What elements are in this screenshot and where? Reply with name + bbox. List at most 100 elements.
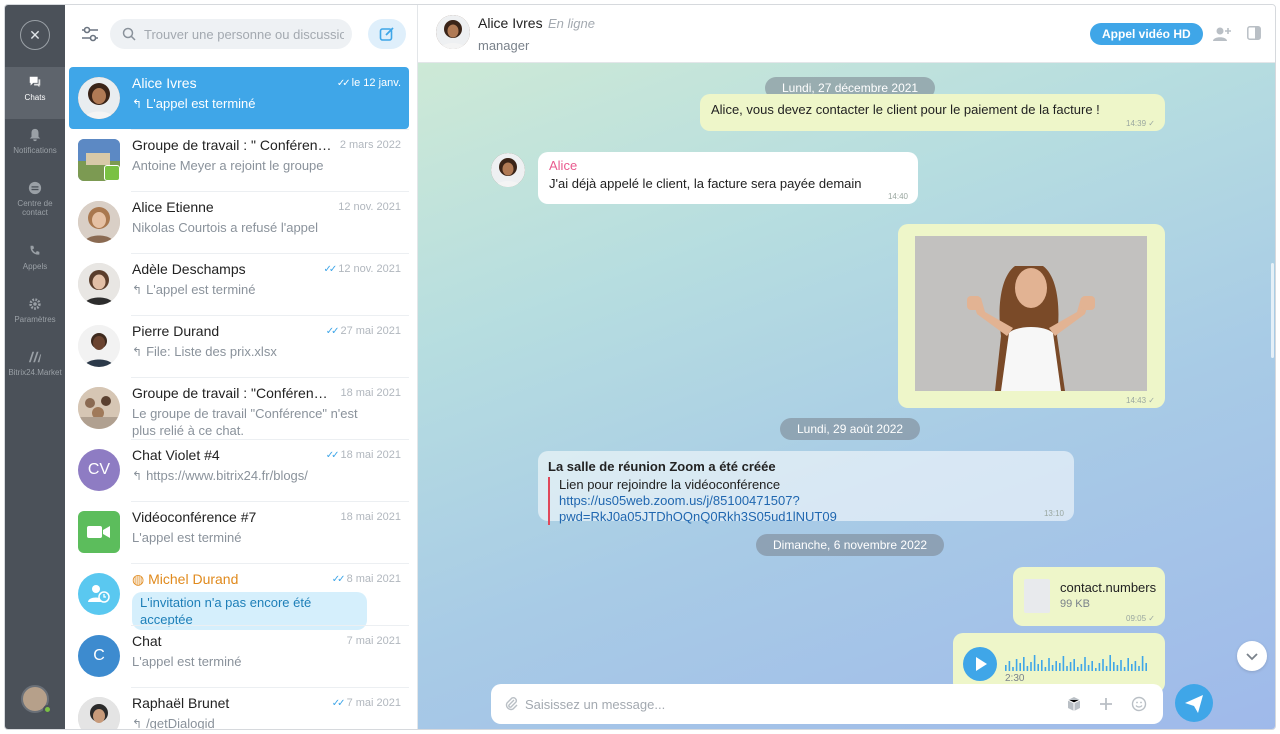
contact-name[interactable]: Alice Ivres [478,15,543,31]
waveform-bar [1080,664,1083,671]
chat-date: 18 mai 2021 [340,511,401,523]
reply-icon: ↰ [132,717,143,730]
system-message-zoom[interactable]: La salle de réunion Zoom a été créée Lie… [538,451,1074,525]
waveform-bar [1109,655,1111,671]
search-input[interactable] [144,19,344,49]
avatar [78,697,120,729]
waveform-bar [1087,665,1090,671]
paperclip-icon[interactable] [503,696,519,712]
chat-preview: ↰ https://www.bitrix24.fr/blogs/ [132,468,308,483]
chat-preview: ↰/getDialogid [132,716,215,730]
waveform-bar [1062,656,1065,671]
file-name[interactable]: contact.numbers [1060,580,1156,595]
message-incoming[interactable]: Alice J'ai déjà appelé le client, la fac… [538,152,918,204]
waveform-bar [1127,658,1129,671]
chat-item[interactable]: Alice Etienne 12 nov. 2021 Nikolas Court… [69,191,409,253]
chat-name: Adèle Deschamps [132,261,246,277]
waveform-bar [1051,665,1054,671]
rail-item-contact-center[interactable]: Centre de contact [5,173,65,225]
chat-date: 18 mai 2021 [340,387,401,399]
waveform-bar [1041,660,1043,671]
zoom-link[interactable]: https://us05web.zoom.us/j/85100471507?pw… [559,493,1074,525]
message-text: Alice, vous devez contacter le client po… [711,102,1100,117]
search-icon [122,27,136,41]
chat-item[interactable]: Pierre Durand ✓✓ 27 mai 2021 ↰ File: Liste… [69,315,409,377]
scrollbar[interactable] [1271,263,1274,358]
hd-video-call-button[interactable]: Appel vidéo HD [1090,23,1203,45]
rail-item-market[interactable]: Bitrix24.Market [5,342,65,394]
chat-preview: L'appel est terminé [132,530,242,545]
waveform-bar [1077,667,1079,671]
chat-item[interactable]: Alice Ivres ✓✓ le 12 janv. ↰ L'appel est t… [69,67,409,129]
add-user-icon[interactable] [1213,25,1231,43]
rail-item-settings[interactable]: Paramètres [5,289,65,341]
send-button[interactable] [1175,684,1213,722]
message-text: J'ai déjà appelé le client, la facture s… [549,176,862,191]
waveform-bar [1138,666,1140,671]
chat-name: Chat [132,633,162,649]
message-area[interactable]: Lundi, 27 décembre 2021 Alice, vous deve… [418,63,1275,729]
zoom-subtitle: Lien pour rejoindre la vidéoconférence [559,477,781,492]
compose-icon [379,27,394,41]
waveform-bar [1113,662,1115,671]
chat-item[interactable]: Raphaël Brunet ✓✓ 7 mai 2021 ↰/getDialogi… [69,687,409,730]
rail-label: Centre de contact [17,199,53,217]
chat-item[interactable]: Groupe de travail : " Conférence 2 mars … [69,129,409,191]
waveform-bar [1066,666,1068,671]
new-chat-button[interactable] [368,19,406,49]
read-check-icon: ✓✓ [325,326,340,337]
chat-name: Groupe de travail : " Conférence [132,137,332,153]
chat-name: Groupe de travail : "Conférence" [132,385,332,401]
waveform-bar [1012,667,1014,671]
emoji-icon[interactable] [1131,696,1147,712]
play-button[interactable] [963,647,997,681]
audio-waveform[interactable] [1005,651,1151,671]
close-icon[interactable]: ✕ [20,20,50,50]
scroll-to-bottom-button[interactable] [1237,641,1267,671]
gear-icon [29,298,41,310]
sender-avatar[interactable] [491,153,525,187]
waveform-bar [1030,662,1032,671]
plus-icon[interactable] [1098,696,1114,712]
chat-date: ✓✓ 18 mai 2021 [325,449,401,461]
message-outgoing[interactable]: Alice, vous devez contacter le client po… [700,94,1165,131]
market-icon [28,351,42,363]
attached-photo[interactable] [915,236,1147,391]
chat-preview: ↰ L'appel est terminé [132,96,256,111]
contact-avatar[interactable] [436,15,470,49]
waveform-bar [1044,667,1047,671]
message-time: 14:40 [887,192,908,201]
box-icon[interactable] [1066,696,1082,712]
chat-name: Alice Ivres [132,75,197,91]
chat-name: ◍ Michel Durand [132,571,239,587]
rail-item-calls[interactable]: Appels [5,236,65,288]
chat-preview: Le groupe de travail "Conférence" n'est … [132,406,358,438]
waveform-bar [1073,659,1075,671]
waveform-bar [1105,666,1108,671]
rail-item-notifications[interactable]: Notifications [5,120,65,172]
chat-preview: Antoine Meyer a rejoint le groupe [132,158,324,173]
chat-item[interactable]: C Chat 7 mai 2021 L'appel est terminé [69,625,409,687]
rail-item-chats[interactable]: Chats [5,67,65,119]
audio-duration: 2:30 [1005,673,1025,684]
reply-icon: ↰ [132,469,143,483]
chat-item[interactable]: Groupe de travail : "Conférence" 18 mai … [69,377,409,439]
filter-icon[interactable] [79,23,101,45]
contact-role: manager [478,38,530,53]
message-input[interactable] [525,684,1045,724]
chat-item[interactable]: CV Chat Violet #4 ✓✓ 18 mai 2021 ↰ https:/… [69,439,409,501]
avatar: CV [78,449,120,491]
rail-label: Chats [24,93,46,102]
contact-center-icon [28,181,42,195]
chat-item[interactable]: ◍ Michel Durand ✓✓ 8 mai 2021 L'invitatio… [69,563,409,630]
chat-item[interactable]: Vidéoconférence #7 18 mai 2021 L'appel e… [69,501,409,563]
message-image[interactable]: 14:43 ✓ [898,224,1165,408]
file-icon [1024,579,1050,613]
chat-preview: Nikolas Courtois a refusé l'appel [132,220,319,235]
chat-item[interactable]: Adèle Deschamps ✓✓ 12 nov. 2021 ↰ L'appel … [69,253,409,315]
zoom-title: La salle de réunion Zoom a été créée [548,459,776,474]
online-status-dot [43,705,52,714]
chat-name: Raphaël Brunet [132,695,230,711]
sidebar-toggle-icon[interactable] [1247,26,1261,40]
message-file[interactable]: contact.numbers 99 KB 09:05 ✓ [1013,567,1165,626]
